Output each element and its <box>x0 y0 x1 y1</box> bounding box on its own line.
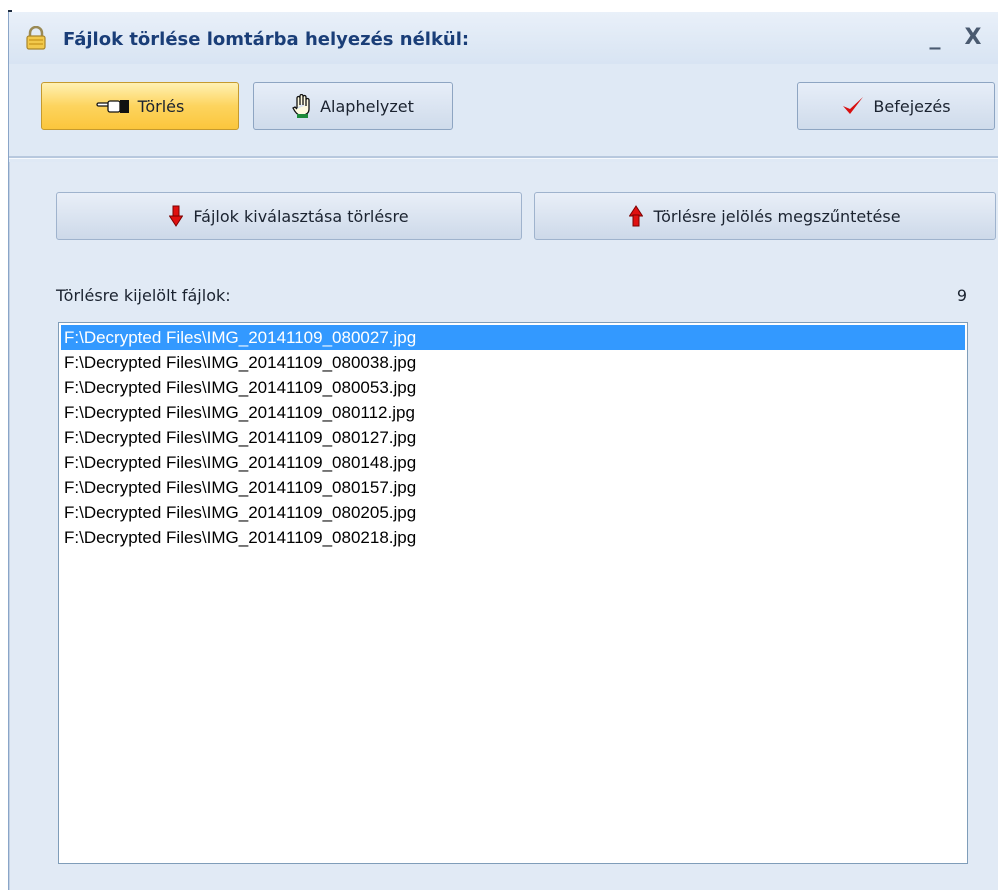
list-item[interactable]: F:\Decrypted Files\IMG_20141109_080053.j… <box>61 375 965 400</box>
raised-hand-icon <box>292 94 312 118</box>
list-item[interactable]: F:\Decrypted Files\IMG_20141109_080157.j… <box>61 475 965 500</box>
reset-button-label: Alaphelyzet <box>320 96 414 116</box>
arrow-up-icon <box>629 205 644 227</box>
window-title: Fájlok törlése lomtárba helyezés nélkül: <box>63 29 470 50</box>
list-item[interactable]: F:\Decrypted Files\IMG_20141109_080127.j… <box>61 425 965 450</box>
finish-button-label: Befejezés <box>873 96 951 116</box>
list-item[interactable]: F:\Decrypted Files\IMG_20141109_080112.j… <box>61 400 965 425</box>
pointing-hand-icon <box>96 98 130 114</box>
marked-files-label: Törlésre kijelölt fájlok: <box>56 286 231 305</box>
list-item[interactable]: F:\Decrypted Files\IMG_20141109_080038.j… <box>61 350 965 375</box>
unmark-files-label: Törlésre jelölés megszűntetése <box>653 206 901 226</box>
title-bar: Fájlok törlése lomtárba helyezés nélkül:… <box>9 12 998 64</box>
list-item[interactable]: F:\Decrypted Files\IMG_20141109_080148.j… <box>61 450 965 475</box>
reset-button[interactable]: Alaphelyzet <box>253 82 453 130</box>
unmark-files-button[interactable]: Törlésre jelölés megszűntetése <box>534 192 996 240</box>
file-selection-panel: Fájlok kiválasztása törlésre Törlésre je… <box>9 162 998 890</box>
select-files-label: Fájlok kiválasztása törlésre <box>193 206 409 226</box>
dialog-window: Fájlok törlése lomtárba helyezés nélkül:… <box>8 12 998 890</box>
marked-files-list[interactable]: F:\Decrypted Files\IMG_20141109_080027.j… <box>58 322 968 864</box>
padlock-icon <box>25 26 47 50</box>
delete-button[interactable]: Törlés <box>41 82 239 130</box>
list-item[interactable]: F:\Decrypted Files\IMG_20141109_080027.j… <box>61 325 965 350</box>
select-files-button[interactable]: Fájlok kiválasztása törlésre <box>56 192 522 240</box>
close-button[interactable]: X <box>959 24 987 52</box>
delete-button-label: Törlés <box>137 96 185 116</box>
toolbar-separator <box>9 156 998 159</box>
checkmark-icon <box>841 95 865 117</box>
marked-files-count: 9 <box>956 286 967 305</box>
list-item[interactable]: F:\Decrypted Files\IMG_20141109_080218.j… <box>61 525 965 550</box>
arrow-down-icon <box>169 205 184 227</box>
finish-button[interactable]: Befejezés <box>797 82 995 130</box>
list-item[interactable]: F:\Decrypted Files\IMG_20141109_080205.j… <box>61 500 965 525</box>
minimize-button[interactable]: _ <box>921 24 949 52</box>
